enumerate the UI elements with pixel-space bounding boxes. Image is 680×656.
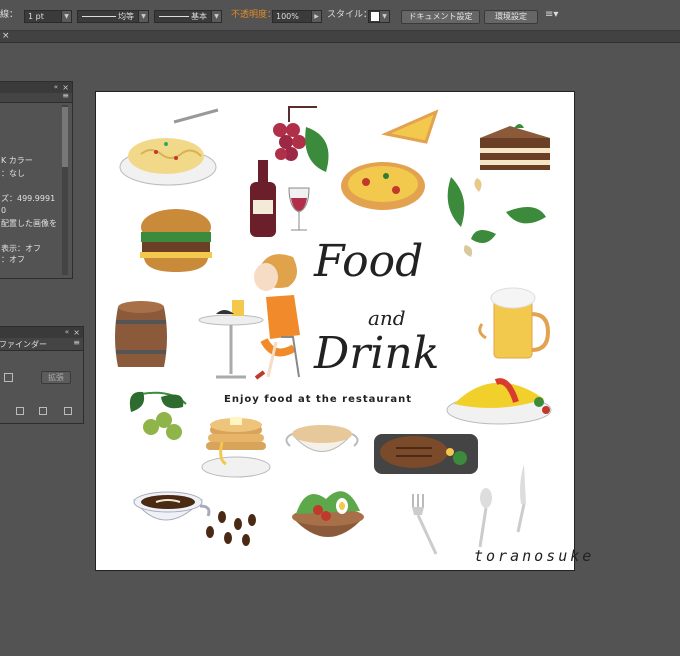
document-tab-strip: × bbox=[0, 31, 680, 43]
pathfinder-merge-icon[interactable] bbox=[39, 407, 47, 415]
profile-value: 均等 bbox=[118, 12, 134, 21]
pizza-icon bbox=[341, 109, 439, 210]
omurice-plate-icon bbox=[446, 378, 552, 425]
artwork-tagline: Enjoy food at the restaurant bbox=[224, 394, 413, 405]
wine-bottle-icon bbox=[250, 160, 276, 237]
chevron-right-icon[interactable]: ▶ bbox=[311, 11, 321, 22]
panel-tab-row: ファインダー ≡ bbox=[0, 338, 83, 351]
cutlery-icon bbox=[412, 464, 526, 555]
pathfinder-crop-icon[interactable] bbox=[64, 407, 72, 415]
info-line: K カラー bbox=[1, 156, 33, 165]
coffee-cup-icon bbox=[132, 491, 211, 521]
tiramisu-cake-icon bbox=[480, 124, 550, 170]
info-line: ：オフ bbox=[1, 255, 25, 264]
opacity-label[interactable]: 不透明度： bbox=[231, 8, 276, 22]
brush-value: 基本 bbox=[191, 12, 207, 21]
collapse-icon[interactable]: « bbox=[54, 82, 58, 93]
barrel-icon bbox=[115, 301, 167, 367]
pasta-plate-icon bbox=[119, 108, 219, 186]
info-line: 配置した画像を bbox=[1, 219, 57, 228]
arrange-menu-icon[interactable]: ≡▾ bbox=[545, 8, 558, 22]
graphic-style-picker[interactable]: ▼ bbox=[368, 10, 390, 23]
pathfinder-tab[interactable]: ファインダー bbox=[0, 339, 47, 350]
chevron-down-icon[interactable]: ▼ bbox=[138, 11, 148, 22]
opacity-value: 100% bbox=[276, 12, 299, 21]
olives-icon bbox=[129, 391, 187, 440]
stroke-label: 線： bbox=[0, 10, 19, 20]
pancakes-icon bbox=[201, 417, 271, 478]
expand-button[interactable]: 拡張 bbox=[41, 371, 71, 384]
scrollbar-thumb[interactable] bbox=[62, 107, 68, 167]
artwork-title-drink: Drink bbox=[314, 328, 440, 379]
brush-definition-combo[interactable]: 基本 ▼ bbox=[154, 10, 222, 23]
close-icon[interactable]: × bbox=[73, 327, 80, 338]
chevron-down-icon[interactable]: ▼ bbox=[61, 11, 71, 22]
wine-glass-icon bbox=[288, 187, 310, 231]
artwork-title-food: Food bbox=[314, 236, 424, 287]
chevron-down-icon[interactable]: ▼ bbox=[211, 11, 221, 22]
panel-scrollbar[interactable] bbox=[62, 105, 68, 275]
artboard[interactable]: Food and Drink Enjoy food at the restaur… bbox=[95, 91, 575, 571]
info-line: 表示：オフ bbox=[1, 244, 41, 253]
preferences-button[interactable]: 環境設定 bbox=[484, 10, 538, 24]
panel-header: « × bbox=[0, 82, 72, 93]
info-line: ズ：499.9991 bbox=[1, 194, 56, 203]
soup-cup-icon bbox=[285, 425, 359, 452]
chevron-down-icon[interactable]: ▼ bbox=[379, 11, 389, 22]
beer-mug-icon bbox=[478, 287, 551, 359]
collapse-icon[interactable]: « bbox=[65, 327, 69, 338]
panel-header: « × bbox=[0, 327, 83, 338]
info-line: 0 bbox=[1, 206, 7, 215]
control-bar: 線： 1 pt ▼ 均等 ▼ 基本 ▼ 不透明度： 100% ▶ スタイル： ▼… bbox=[0, 0, 680, 31]
brush-line-icon bbox=[159, 16, 189, 17]
profile-line-icon bbox=[82, 16, 116, 17]
opacity-combo[interactable]: 100% ▶ bbox=[272, 10, 322, 23]
herb-leaves-icon bbox=[447, 177, 546, 257]
document-setup-button[interactable]: ドキュメント設定 bbox=[401, 10, 480, 24]
pathfinder-divide-icon[interactable] bbox=[16, 407, 24, 415]
hamburger-icon bbox=[140, 209, 212, 272]
salad-bowl-icon bbox=[292, 491, 364, 537]
panel-menu-icon[interactable]: ≡ bbox=[62, 91, 69, 100]
artwork-title-and: and bbox=[368, 306, 406, 330]
steak-plate-icon bbox=[374, 434, 478, 474]
artist-signature: toranosuke bbox=[474, 547, 595, 565]
panel-tab-row: ≡ bbox=[0, 91, 72, 103]
grapes-icon bbox=[273, 106, 329, 172]
panel-menu-icon[interactable]: ≡ bbox=[73, 338, 80, 347]
document-info-panel: « × ≡ K カラー ：なし ズ：499.9991 0 配置した画像を 表示：… bbox=[0, 81, 73, 279]
info-line: ：なし bbox=[1, 169, 25, 178]
close-icon[interactable]: × bbox=[2, 30, 10, 42]
coffee-beans-icon bbox=[206, 511, 256, 546]
variable-width-profile-combo[interactable]: 均等 ▼ bbox=[77, 10, 149, 23]
pathfinder-trim-icon[interactable] bbox=[4, 373, 13, 382]
style-label: スタイル： bbox=[327, 10, 373, 20]
pathfinder-panel: « × ファインダー ≡ 拡張 bbox=[0, 326, 84, 424]
stroke-weight-value: 1 pt bbox=[28, 12, 44, 21]
woman-dining-icon bbox=[198, 254, 300, 380]
stroke-weight-combo[interactable]: 1 pt ▼ bbox=[24, 10, 72, 23]
